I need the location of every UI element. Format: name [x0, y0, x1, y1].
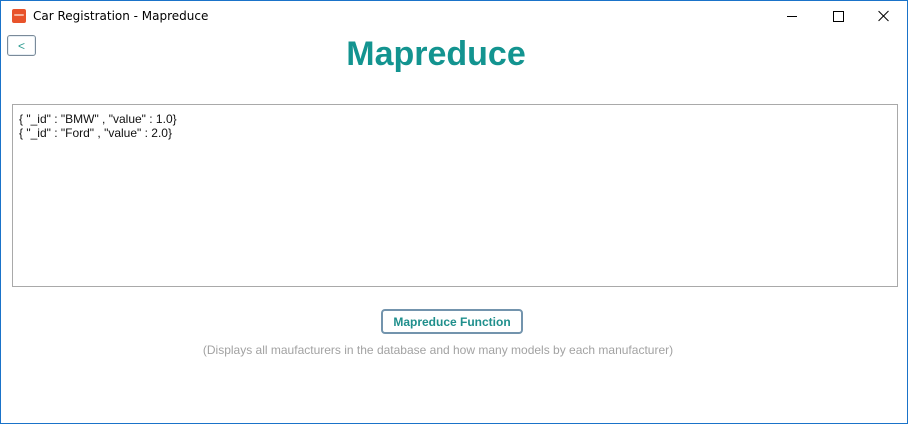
window-title: Car Registration - Mapreduce [33, 9, 209, 23]
app-icon [12, 9, 26, 23]
title-bar[interactable]: Car Registration - Mapreduce [1, 1, 907, 31]
result-line: { "_id" : "BMW" , "value" : 1.0} [19, 112, 177, 126]
close-icon [878, 10, 890, 22]
maximize-icon [832, 10, 844, 22]
result-line: { "_id" : "Ford" , "value" : 2.0} [19, 126, 172, 140]
mapreduce-function-button[interactable]: Mapreduce Function [381, 309, 523, 334]
minimize-button[interactable] [769, 1, 815, 31]
maximize-button[interactable] [815, 1, 861, 31]
minimize-icon [787, 15, 797, 17]
results-text-area[interactable]: { "_id" : "BMW" , "value" : 1.0} { "_id"… [12, 104, 898, 287]
app-window: Car Registration - Mapreduce < Mapreduce… [0, 0, 908, 424]
page-title: Mapreduce [346, 35, 526, 73]
close-button[interactable] [861, 1, 907, 31]
function-description: (Displays all maufacturers in the databa… [202, 343, 674, 357]
